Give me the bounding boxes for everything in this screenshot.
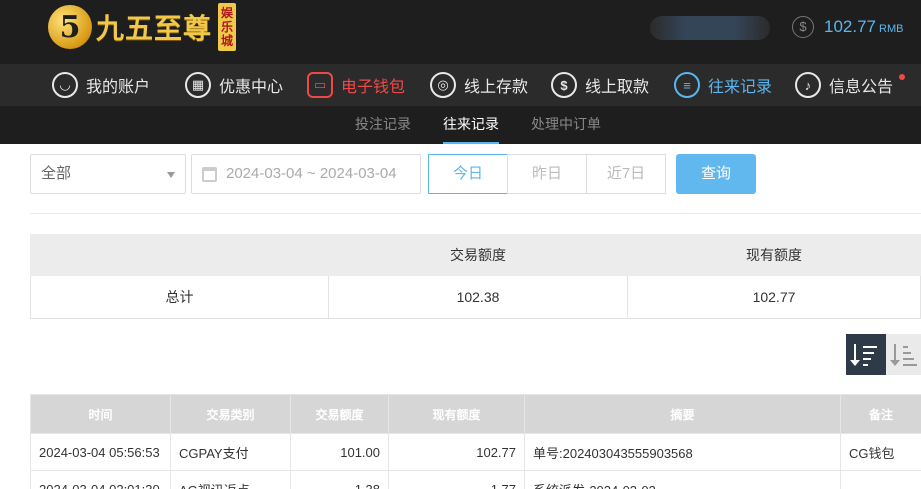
- column-header-amount[interactable]: 交易额度: [290, 394, 389, 434]
- sort-bar: [863, 345, 877, 348]
- sort-arrow: [850, 343, 860, 366]
- balance-unit: RMB: [879, 23, 904, 35]
- sort-desc-button[interactable]: [846, 334, 886, 375]
- column-header-balance[interactable]: 现有额度: [388, 394, 525, 434]
- cell-amount: 101.00: [290, 433, 389, 471]
- divider: [30, 213, 921, 214]
- cell-time: 2024-03-04 02:01:30: [30, 470, 171, 489]
- date-range-value: 2024-03-04 ~ 2024-03-04: [226, 165, 397, 182]
- summary-header-row: 交易额度 现有额度: [30, 234, 921, 276]
- summary-table: 交易额度 现有额度 总计 102.38 102.77: [30, 234, 921, 319]
- column-header-time[interactable]: 时间: [30, 394, 171, 434]
- quick-today-button[interactable]: 今日: [428, 154, 508, 194]
- calendar-icon: [202, 167, 217, 182]
- nav-label: 电子钱包: [341, 79, 406, 96]
- top-header: 5 九五至尊 娱乐城 $ 102.77 RMB: [0, 0, 921, 64]
- summary-header: 现有额度: [627, 234, 921, 276]
- nav-item-announcements[interactable]: ♪ 信息公告: [795, 64, 893, 106]
- tab-transaction-records[interactable]: 往来记录: [443, 106, 499, 144]
- nav-label: 线上取款: [585, 79, 650, 96]
- cell-summary: 系统派发-2024-03-03: [524, 470, 841, 489]
- coin-icon: $: [792, 16, 814, 38]
- withdraw-icon: $: [551, 72, 577, 98]
- table-row[interactable]: 2024-03-04 05:56:53 CGPAY支付 101.00 102.7…: [30, 433, 921, 471]
- tab-pending-orders[interactable]: 处理中订单: [531, 106, 601, 144]
- cell-type: CGPAY支付: [170, 433, 291, 471]
- date-range-input[interactable]: 2024-03-04 ~ 2024-03-04: [191, 154, 421, 194]
- tab-bet-records[interactable]: 投注记录: [355, 106, 411, 144]
- sort-bar: [863, 357, 871, 360]
- cell-remark: CG钱包: [840, 433, 921, 471]
- quick-7days-button[interactable]: 近7日: [586, 154, 666, 194]
- records-table: 时间 交易类别 交易额度 现有额度 摘要 备注 2024-03-04 05:56…: [30, 394, 921, 489]
- cell-balance: 1.77: [388, 470, 525, 489]
- nav-item-promotions[interactable]: ▦ 优惠中心: [185, 64, 283, 106]
- quick-yesterday-button[interactable]: 昨日: [507, 154, 587, 194]
- summary-transaction-amount: 102.38: [328, 275, 628, 319]
- table-row[interactable]: 2024-03-04 02:01:30 AG视讯返点 1.38 1.77 系统派…: [30, 470, 921, 489]
- cell-remark: [840, 470, 921, 489]
- user-icon: ◡: [52, 72, 78, 98]
- nav-item-records[interactable]: ≡ 往来记录: [674, 64, 772, 106]
- sort-arrow: [890, 343, 900, 366]
- sub-nav: 投注记录 往来记录 处理中订单: [0, 106, 921, 144]
- logo-tag: 娱乐城: [218, 3, 237, 51]
- column-header-remark[interactable]: 备注: [840, 394, 921, 434]
- notification-dot: [899, 74, 905, 80]
- records-header-row: 时间 交易类别 交易额度 现有额度 摘要 备注: [30, 394, 921, 434]
- nav-label: 往来记录: [708, 79, 773, 96]
- cell-type: AG视讯返点: [170, 470, 291, 489]
- summary-header: 交易额度: [328, 234, 628, 276]
- nav-label: 优惠中心: [219, 79, 284, 96]
- sort-bar: [903, 357, 914, 360]
- logo-mark: 5: [48, 5, 92, 49]
- sort-bar: [903, 351, 911, 354]
- column-header-type[interactable]: 交易类别: [170, 394, 291, 434]
- type-select-value: 全部: [41, 165, 72, 182]
- sort-bar: [903, 363, 917, 366]
- column-header-summary[interactable]: 摘要: [524, 394, 841, 434]
- username-masked: [650, 16, 770, 40]
- nav-label: 线上存款: [464, 79, 529, 96]
- type-select[interactable]: 全部: [30, 154, 186, 194]
- wallet-icon: ▭: [307, 72, 333, 98]
- nav-item-my-account[interactable]: ◡ 我的账户: [52, 64, 150, 106]
- main-nav: ◡ 我的账户 ▦ 优惠中心 ▭ 电子钱包 ◎ 线上存款 $ 线上取款 ≡ 往来记…: [0, 64, 921, 106]
- summary-current-balance: 102.77: [627, 275, 921, 319]
- sort-asc-button[interactable]: [886, 334, 921, 375]
- records-icon: ≡: [674, 72, 700, 98]
- search-button[interactable]: 查询: [676, 154, 756, 194]
- cell-amount: 1.38: [290, 470, 389, 489]
- summary-label: 总计: [30, 275, 329, 319]
- sort-bar: [903, 345, 908, 348]
- sort-asc-icon: [890, 343, 919, 366]
- bell-icon: ♪: [795, 72, 821, 98]
- chevron-down-icon: [167, 172, 175, 178]
- nav-item-e-wallet[interactable]: ▭ 电子钱包: [307, 64, 405, 106]
- balance-value: 102.77: [824, 17, 876, 36]
- cell-time: 2024-03-04 05:56:53: [30, 433, 171, 471]
- gift-icon: ▦: [185, 72, 211, 98]
- summary-header: [30, 234, 329, 276]
- nav-item-online-withdraw[interactable]: $ 线上取款: [551, 64, 649, 106]
- sort-bar: [863, 363, 868, 366]
- deposit-icon: ◎: [430, 72, 456, 98]
- nav-label: 我的账户: [86, 79, 151, 96]
- sort-desc-icon: [850, 343, 879, 366]
- nav-label: 信息公告: [829, 79, 894, 96]
- cell-summary: 单号:202403043555903568: [524, 433, 841, 471]
- summary-row: 总计 102.38 102.77: [30, 275, 921, 319]
- sort-bar: [863, 351, 874, 354]
- cell-balance: 102.77: [388, 433, 525, 471]
- site-logo[interactable]: 5 九五至尊 娱乐城: [48, 2, 237, 52]
- balance-display: 102.77 RMB: [824, 17, 903, 37]
- nav-item-online-deposit[interactable]: ◎ 线上存款: [430, 64, 528, 106]
- logo-text: 九五至尊: [96, 12, 213, 45]
